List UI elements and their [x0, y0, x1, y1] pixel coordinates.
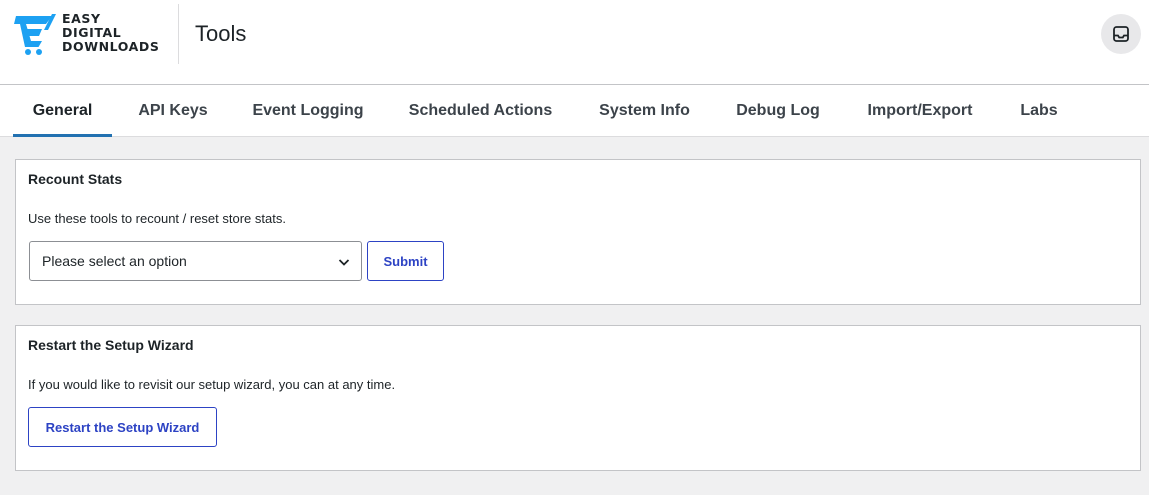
tab-labs[interactable]: Labs: [1007, 85, 1071, 137]
tab-debug-log[interactable]: Debug Log: [724, 85, 832, 137]
submit-button[interactable]: Submit: [367, 241, 444, 281]
recount-stats-panel: Recount Stats Use these tools to recount…: [15, 159, 1141, 305]
inbox-button[interactable]: [1101, 14, 1141, 54]
tab-event-logging[interactable]: Event Logging: [240, 85, 376, 137]
recount-stats-title: Recount Stats: [28, 171, 123, 187]
tab-api-keys[interactable]: API Keys: [127, 85, 219, 137]
top-header: EASY DIGITAL DOWNLOADS Tools: [0, 0, 1149, 85]
setup-wizard-panel: Restart the Setup Wizard If you would li…: [15, 325, 1141, 471]
cart-logo-icon: [14, 14, 56, 55]
recount-stats-description: Use these tools to recount / reset store…: [28, 211, 286, 226]
select-value: Please select an option: [42, 253, 187, 269]
logo-wordmark: EASY DIGITAL DOWNLOADS: [62, 12, 160, 54]
header-divider: [178, 4, 179, 64]
tab-import-export[interactable]: Import/Export: [853, 85, 987, 137]
chevron-down-icon: [338, 259, 350, 266]
tab-system-info[interactable]: System Info: [586, 85, 703, 137]
recount-stats-select[interactable]: Please select an option: [29, 241, 362, 281]
page-title: Tools: [195, 21, 247, 46]
setup-wizard-title: Restart the Setup Wizard: [28, 337, 194, 353]
tab-general[interactable]: General: [13, 85, 112, 137]
logo-line-3: DOWNLOADS: [62, 39, 160, 54]
tools-tab-bar: General API Keys Event Logging Scheduled…: [0, 85, 1149, 137]
logo-line-1: EASY: [62, 11, 101, 26]
tab-scheduled-actions[interactable]: Scheduled Actions: [396, 85, 565, 137]
setup-wizard-description: If you would like to revisit our setup w…: [28, 377, 396, 392]
logo-line-2: DIGITAL: [62, 25, 122, 40]
restart-setup-wizard-button[interactable]: Restart the Setup Wizard: [28, 407, 217, 447]
edd-logo[interactable]: EASY DIGITAL DOWNLOADS: [12, 10, 160, 56]
inbox-icon: [1113, 26, 1129, 42]
